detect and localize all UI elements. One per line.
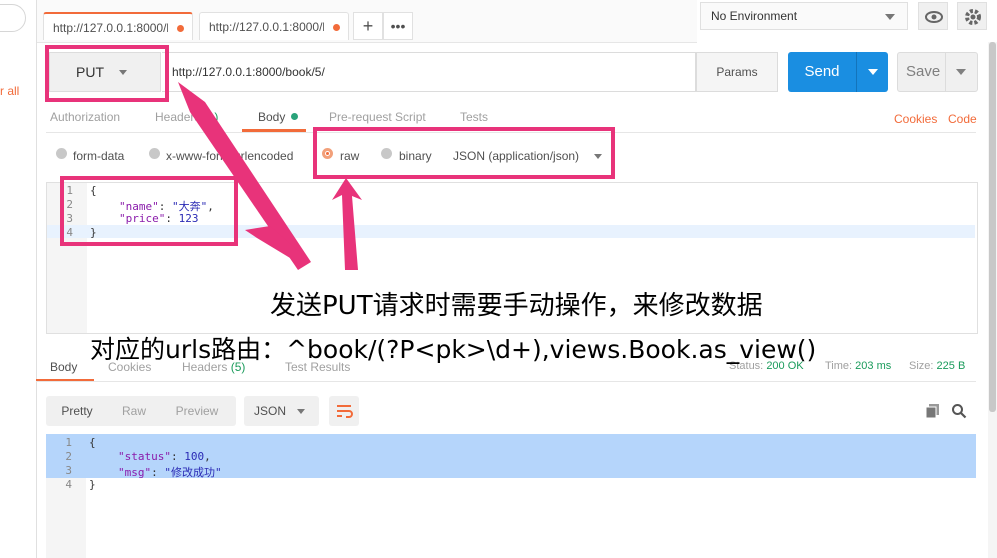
arrow-to-method-icon (178, 82, 311, 270)
annotation-line-1: 发送PUT请求时需要手动操作，来修改数据 (270, 291, 763, 321)
annotation-line-2: 对应的urls路由：^book/(?P<pk>\d+),views.Book.a… (90, 335, 817, 364)
annotation-arrows (178, 82, 362, 270)
arrow-to-raw-icon (332, 178, 362, 270)
